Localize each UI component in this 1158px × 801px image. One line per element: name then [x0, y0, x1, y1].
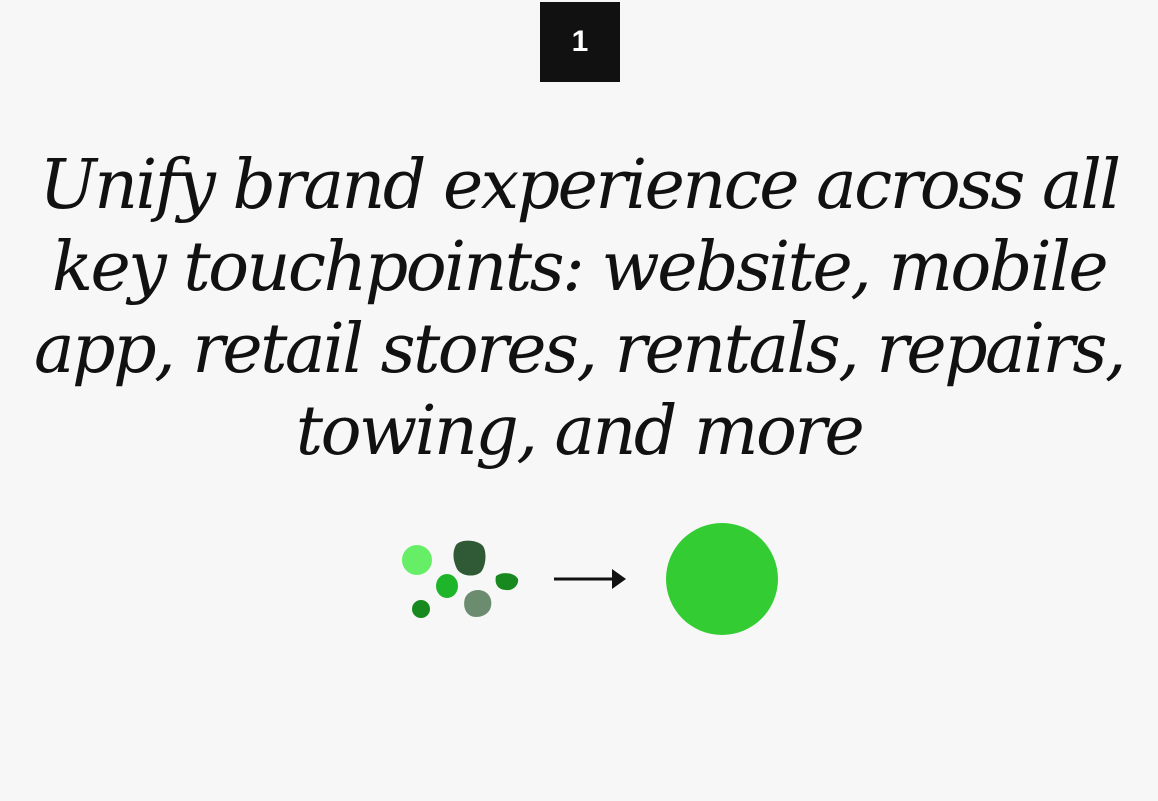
blob-deep-green-right [495, 573, 519, 591]
step-number: 1 [571, 25, 589, 58]
blob-medium-green [436, 574, 458, 598]
unified-circle-icon [666, 523, 778, 635]
blob-gray-green [464, 589, 492, 617]
slide: 1 Unify brand experience across all key … [0, 0, 1158, 801]
arrow-right-icon [554, 569, 626, 589]
blob-light-green [402, 545, 432, 575]
unification-illustration [402, 523, 778, 635]
step-number-badge: 1 [540, 2, 620, 82]
headline: Unify brand experience across all key to… [34, 146, 1126, 471]
scattered-blobs-icon [402, 540, 519, 618]
blob-dark-green [453, 540, 486, 576]
blob-small-green [412, 600, 430, 618]
